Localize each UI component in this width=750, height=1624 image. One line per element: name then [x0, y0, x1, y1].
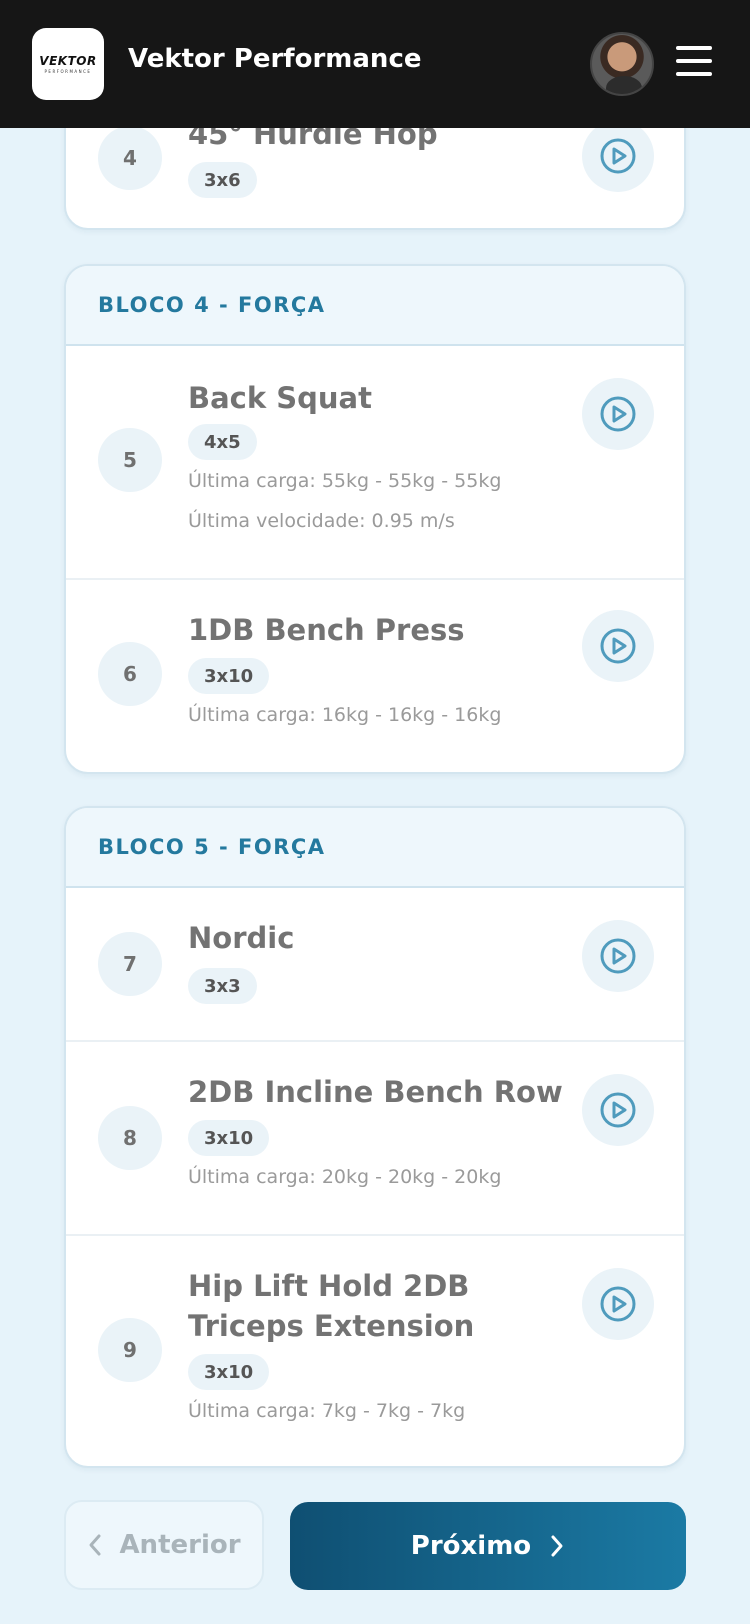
last-load: Última carga: 7kg - 7kg - 7kg	[188, 1400, 466, 1422]
logo-subtext: PERFORMANCE	[44, 69, 92, 74]
exercise-name: Back Squat	[188, 381, 372, 415]
exercise-sets-badge: 3x10	[188, 658, 270, 694]
app-header: VEKTOR PERFORMANCE Vektor Performance	[0, 0, 750, 128]
exercise-number: 6	[98, 642, 162, 706]
exercise-name: Nordic	[188, 921, 295, 955]
menu-bar	[676, 46, 712, 50]
avatar[interactable]	[590, 32, 654, 96]
logo-text: VEKTOR	[39, 54, 97, 68]
menu-bar	[676, 72, 712, 76]
play-button[interactable]	[582, 1268, 654, 1340]
exercise-number: 4	[98, 126, 162, 190]
next-label: Próximo	[410, 1531, 532, 1561]
exercise-number: 8	[98, 1106, 162, 1170]
exercise-number: 9	[98, 1318, 162, 1382]
play-button[interactable]	[582, 920, 654, 992]
exercise-row: 7 Nordic 3x3	[66, 888, 684, 1040]
play-icon	[600, 138, 636, 174]
play-button[interactable]	[582, 1074, 654, 1146]
exercise-number: 7	[98, 932, 162, 996]
exercise-row: 5 Back Squat 4x5 Última carga: 55kg - 55…	[66, 346, 684, 578]
exercise-row: 6 1DB Bench Press 3x10 Última carga: 16k…	[66, 578, 684, 772]
block-header: BLOCO 5 - FORÇA	[66, 808, 684, 888]
menu-bar	[676, 59, 712, 63]
previous-label: Anterior	[119, 1530, 241, 1560]
exercise-name: Hip Lift Hold 2DB Triceps Extension	[188, 1269, 475, 1343]
play-icon	[600, 938, 636, 974]
play-button[interactable]	[582, 610, 654, 682]
block-title: BLOCO 4 - FORÇA	[98, 293, 326, 317]
play-icon	[600, 1286, 636, 1322]
play-icon	[600, 628, 636, 664]
brand-logo[interactable]: VEKTOR PERFORMANCE	[32, 28, 104, 100]
chevron-right-icon	[551, 1535, 563, 1557]
block-card: BLOCO 4 - FORÇA 5 Back Squat 4x5 Última …	[64, 264, 686, 774]
play-button[interactable]	[582, 120, 654, 192]
app-title: Vektor Performance	[128, 44, 422, 74]
play-icon	[600, 396, 636, 432]
previous-button[interactable]: Anterior	[64, 1500, 264, 1590]
last-velocity: Última velocidade: 0.95 m/s	[188, 510, 455, 532]
exercise-sets-badge: 3x6	[188, 162, 257, 198]
exercise-sets-badge: 3x10	[188, 1120, 270, 1156]
next-button[interactable]: Próximo	[290, 1502, 686, 1590]
block-header: BLOCO 4 - FORÇA	[66, 266, 684, 346]
block-card: BLOCO 5 - FORÇA 7 Nordic 3x3 8 2DB Incli…	[64, 806, 686, 1468]
exercise-row: 9 Hip Lift Hold 2DB Triceps Extension 3x…	[66, 1234, 684, 1466]
play-icon	[600, 1092, 636, 1128]
chevron-left-icon	[89, 1534, 101, 1556]
exercise-name: 1DB Bench Press	[188, 613, 465, 647]
exercise-sets-badge: 3x10	[188, 1354, 270, 1390]
exercise-name: 2DB Incline Bench Row	[188, 1075, 563, 1109]
exercise-row: 8 2DB Incline Bench Row 3x10 Última carg…	[66, 1040, 684, 1234]
block-title: BLOCO 5 - FORÇA	[98, 835, 326, 859]
menu-icon[interactable]	[676, 46, 712, 76]
last-load: Última carga: 55kg - 55kg - 55kg	[188, 470, 502, 492]
exercise-sets-badge: 4x5	[188, 424, 257, 460]
play-button[interactable]	[582, 378, 654, 450]
last-load: Última carga: 16kg - 16kg - 16kg	[188, 704, 502, 726]
exercise-sets-badge: 3x3	[188, 968, 257, 1004]
exercise-number: 5	[98, 428, 162, 492]
last-load: Última carga: 20kg - 20kg - 20kg	[188, 1166, 502, 1188]
